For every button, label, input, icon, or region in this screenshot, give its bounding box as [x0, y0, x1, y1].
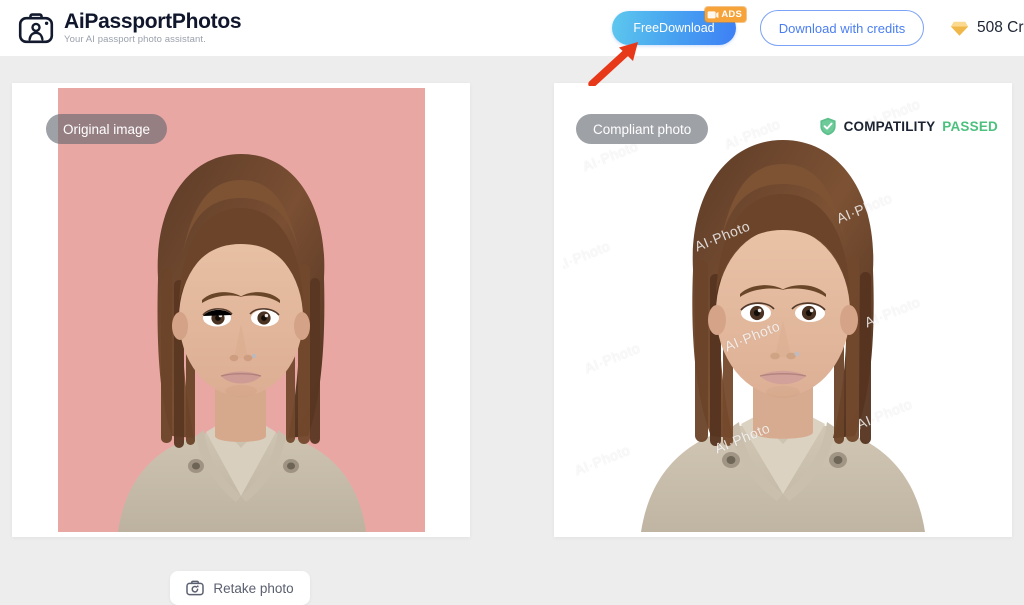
compatibility-status: PASSED [942, 119, 998, 134]
compatibility-badge: COMPATILITY PASSED [819, 117, 998, 136]
original-image-label: Original image [46, 114, 167, 144]
ads-video-icon [707, 10, 719, 20]
brand-title: AiPassportPhotos [64, 11, 241, 32]
camera-logo-icon [18, 10, 54, 46]
main-stage: Original image [0, 56, 1024, 604]
compliant-photo[interactable]: AI·Photo AI·Photo AI·Photo AI·Photo AI·P… [563, 88, 1003, 532]
compliant-photo-label: Compliant photo [576, 114, 708, 144]
credit-balance-text: 508 Credi [977, 19, 1024, 37]
retake-photo-button[interactable]: Retake photo [170, 571, 310, 605]
camera-retake-icon [186, 580, 204, 596]
download-with-credits-button[interactable]: Download with credits [760, 10, 924, 46]
app-header: AiPassportPhotos Your AI passport photo … [0, 0, 1024, 56]
gem-icon [950, 20, 969, 37]
brand: AiPassportPhotos Your AI passport photo … [18, 10, 241, 46]
original-photo[interactable] [58, 88, 425, 532]
ads-badge: ADS [705, 7, 746, 22]
brand-text: AiPassportPhotos Your AI passport photo … [64, 11, 241, 45]
ads-badge-label: ADS [721, 9, 742, 20]
brand-tagline: Your AI passport photo assistant. [64, 35, 241, 45]
original-photo-card: Original image [12, 83, 470, 537]
shield-check-icon [819, 117, 837, 136]
credit-balance[interactable]: 508 Credi [950, 19, 1024, 37]
retake-photo-label: Retake photo [213, 581, 293, 596]
compatibility-label: COMPATILITY [844, 119, 936, 134]
header-actions: FreeDownload ADS Download with credits [612, 0, 1024, 56]
free-download-wrap: FreeDownload ADS [612, 11, 736, 45]
compliant-photo-card: AI·Photo AI·Photo AI·Photo AI·Photo AI·P… [554, 83, 1012, 537]
